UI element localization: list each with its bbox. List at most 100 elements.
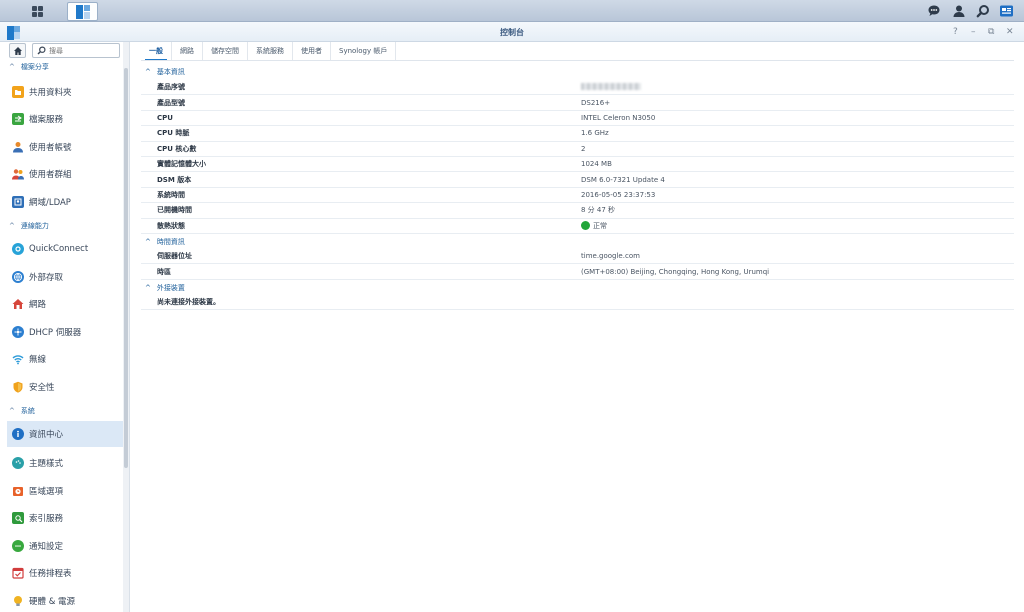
row-value: 1.6 GHz xyxy=(581,129,609,138)
row-value: 2016-05-05 23:37:53 xyxy=(581,190,656,199)
tab-general[interactable]: 一般 xyxy=(141,42,172,61)
close-button[interactable]: ✕ xyxy=(1006,27,1014,37)
row-key: DSM 版本 xyxy=(157,175,192,184)
row-key: 產品型號 xyxy=(157,98,185,107)
user-icon[interactable] xyxy=(950,2,967,19)
section-connectivity[interactable]: ^ 連線能力 xyxy=(9,221,49,231)
sidebar-item-info-center[interactable]: 資訊中心 xyxy=(7,421,124,447)
sidebar-item-label: 外部存取 xyxy=(29,273,64,283)
tab-users[interactable]: 使用者 xyxy=(293,42,331,60)
quickconnect-icon xyxy=(12,243,24,255)
sidebar-item-dhcp-server[interactable]: DHCP 伺服器 xyxy=(7,319,124,345)
row-key: CPU 核心數 xyxy=(157,144,197,153)
help-button[interactable]: ? xyxy=(953,27,958,37)
table-row: 實體記憶體大小 1024 MB xyxy=(141,157,1014,173)
table-row: 產品序號 xyxy=(141,80,1014,96)
sidebar-scrollbar-thumb[interactable] xyxy=(124,68,128,468)
window-title: 控制台 xyxy=(500,28,524,37)
sidebar-item-external-access[interactable]: 外部存取 xyxy=(7,264,124,290)
sidebar-item-label: 資訊中心 xyxy=(29,430,64,440)
row-value: time.google.com xyxy=(581,252,640,261)
table-row: CPU INTEL Celeron N3050 xyxy=(141,111,1014,127)
sidebar-item-label: 區域選項 xyxy=(29,487,64,497)
sidebar-item-user[interactable]: 使用者帳號 xyxy=(7,134,124,160)
sidebar-item-notification[interactable]: 通知設定 xyxy=(7,533,124,559)
tab-bar: 一般 網路 儲存空間 系統服務 使用者 Synology 帳戶 xyxy=(141,42,397,61)
sidebar-item-label: 安全性 xyxy=(29,383,55,393)
search-input[interactable] xyxy=(49,45,115,56)
table-row: 散熱狀態 正常 xyxy=(141,219,1014,234)
calendar-icon xyxy=(12,567,24,579)
section-system[interactable]: ^ 系統 xyxy=(9,406,35,416)
info-icon xyxy=(12,428,24,440)
row-value: DS216+ xyxy=(581,98,611,107)
main-menu-icon xyxy=(31,6,43,17)
table-row: 尚未連接外接裝置。 xyxy=(141,295,1014,311)
sidebar-item-label: 主題樣式 xyxy=(29,459,64,469)
search-icon[interactable] xyxy=(974,2,991,19)
sidebar-item-regional-options[interactable]: 區域選項 xyxy=(7,478,124,504)
row-key: 散熱狀態 xyxy=(157,221,185,230)
table-row: 系統時間 2016-05-05 23:37:53 xyxy=(141,188,1014,204)
tab-synology-account[interactable]: Synology 帳戶 xyxy=(331,42,397,60)
sidebar-item-group[interactable]: 使用者群組 xyxy=(7,161,124,187)
widgets-icon[interactable] xyxy=(998,2,1015,19)
home-icon xyxy=(13,46,22,55)
file-services-icon xyxy=(12,113,24,125)
minimize-button[interactable]: – xyxy=(971,27,976,37)
sidebar-item-wireless[interactable]: 無線 xyxy=(7,346,124,372)
restore-button[interactable]: ⧉ xyxy=(988,27,994,37)
sidebar-item-domain-ldap[interactable]: 網域/LDAP xyxy=(7,189,124,215)
search-icon xyxy=(37,46,46,55)
sidebar-item-label: 網路 xyxy=(29,300,47,310)
group-header-external-devices[interactable]: ^ 外接裝置 xyxy=(145,283,185,293)
group-label: 時間資訊 xyxy=(156,238,185,246)
chevron-up-icon: ^ xyxy=(9,63,15,71)
sidebar-item-label: 任務排程表 xyxy=(29,569,72,579)
sidebar-item-hardware-power[interactable]: 硬體 & 電源 xyxy=(7,588,124,612)
section-label: 檔案分享 xyxy=(20,63,49,71)
tab-storage[interactable]: 儲存空間 xyxy=(203,42,248,60)
tab-services[interactable]: 系統服務 xyxy=(248,42,293,60)
sidebar-search[interactable] xyxy=(32,43,120,58)
sidebar-item-network[interactable]: 網路 xyxy=(7,291,124,317)
row-value: DSM 6.0-7321 Update 4 xyxy=(581,175,665,184)
control-panel-taskbar-button[interactable] xyxy=(67,2,98,21)
main-menu-button[interactable] xyxy=(12,2,62,21)
home-button[interactable] xyxy=(9,43,26,58)
sidebar-item-theme[interactable]: 主題樣式 xyxy=(7,450,124,476)
sidebar-item-shared-folder[interactable]: 共用資料夾 xyxy=(7,79,124,105)
table-row: 時區 (GMT+08:00) Beijing, Chongqing, Hong K… xyxy=(141,264,1014,280)
sidebar-item-label: 共用資料夾 xyxy=(29,88,72,98)
sidebar-item-file-services[interactable]: 檔案服務 xyxy=(7,106,124,132)
sidebar-item-label: QuickConnect xyxy=(29,244,89,254)
row-key: 尚未連接外接裝置。 xyxy=(157,298,220,307)
dhcp-icon xyxy=(12,326,24,338)
row-value: 8 分 47 秒 xyxy=(581,206,616,215)
sidebar-item-label: 無線 xyxy=(29,355,47,365)
group-header-time-info[interactable]: ^ 時間資訊 xyxy=(145,237,185,247)
sidebar-item-label: 通知設定 xyxy=(29,542,64,552)
row-key: 伺服器位址 xyxy=(157,252,192,261)
tab-divider xyxy=(141,60,1014,61)
folder-share-icon xyxy=(12,86,24,98)
index-service-icon xyxy=(12,512,24,524)
row-key: 已開機時間 xyxy=(157,206,192,215)
sidebar-item-label: 網域/LDAP xyxy=(29,198,71,208)
chevron-up-icon: ^ xyxy=(145,68,151,76)
tab-network[interactable]: 網路 xyxy=(172,42,203,60)
info-center-panel: 一般 網路 儲存空間 系統服務 使用者 Synology 帳戶 ^ 基本資訊 產… xyxy=(131,42,1024,612)
chat-icon[interactable] xyxy=(925,2,942,19)
sidebar-item-security[interactable]: 安全性 xyxy=(7,374,124,400)
table-row: CPU 核心數 2 xyxy=(141,142,1014,157)
sidebar-item-quickconnect[interactable]: QuickConnect xyxy=(7,236,124,262)
row-key: 產品序號 xyxy=(157,83,185,92)
window-titlebar[interactable]: 控制台 ? – ⧉ ✕ xyxy=(0,22,1024,42)
table-row: 伺服器位址 time.google.com xyxy=(141,249,1014,265)
group-header-basic-info[interactable]: ^ 基本資訊 xyxy=(145,67,185,77)
sidebar-item-index-service[interactable]: 索引服務 xyxy=(7,505,124,531)
section-label: 系統 xyxy=(20,407,35,415)
sidebar-item-task-scheduler[interactable]: 任務排程表 xyxy=(7,560,124,586)
group-label: 基本資訊 xyxy=(156,68,185,76)
section-file-sharing[interactable]: ^ 檔案分享 xyxy=(9,62,49,72)
